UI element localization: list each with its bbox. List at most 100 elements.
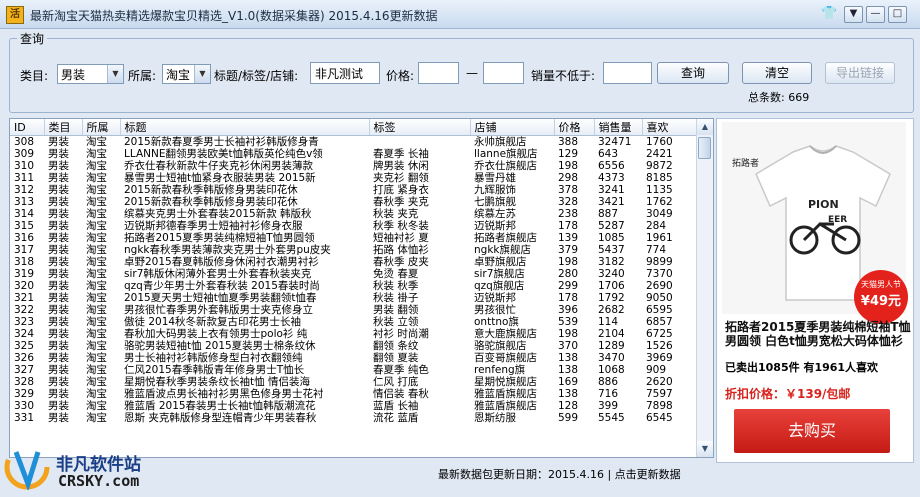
table-cell: 2682	[598, 304, 625, 316]
keyword-input[interactable]: 非凡测试	[310, 62, 380, 84]
table-cell: 3470	[598, 352, 625, 364]
column-header[interactable]: 标签	[369, 119, 471, 136]
column-header[interactable]: 喜欢	[642, 119, 697, 136]
menu-button[interactable]: ▼	[844, 6, 863, 23]
table-cell: 178	[558, 292, 579, 304]
table-row[interactable]: 321 男装 淘宝 2015夏天男士短袖t恤夏季男装翻领t恤春 秋装 褂子 迈锐斯邦 178…	[10, 292, 696, 304]
min-sales-input[interactable]	[603, 62, 652, 84]
table-row[interactable]: 317 男装 淘宝 ngkk春秋季男装薄款夹克男士外套男pu皮夹 拓路 体恤衫 ngkk旗…	[10, 244, 696, 256]
table-row[interactable]: 315 男装 淘宝 迈锐斯邦德春季男士短袖衬衫修身衣服 秋季 秋冬装 迈锐斯邦 178 528…	[10, 220, 696, 232]
table-row[interactable]: 310 男装 淘宝 乔衣仕春秋新款牛仔夹克衫休闲男装薄款 牌男装 休闲 乔衣仕旗舰店 198…	[10, 160, 696, 172]
table-row[interactable]: 319 男装 淘宝 sir7韩版休闲薄外套男士外套春秋装夹克 免烫 春夏 sir7旗舰店 2…	[10, 268, 696, 280]
clear-button[interactable]: 清空	[742, 62, 812, 84]
table-cell: 男装	[48, 184, 69, 196]
table-cell: renfeng旗	[474, 364, 526, 376]
table-cell: 5287	[598, 220, 625, 232]
table-cell: qzq青少年男士外套春秋装 2015春装时尚	[124, 280, 320, 292]
column-header[interactable]: 类目	[44, 119, 83, 136]
table-cell: 2104	[598, 328, 625, 340]
table-row[interactable]: 323 男装 淘宝 傲徒 2014秋冬新款复古印花男士长袖 秋装 立领 onttno旗 53…	[10, 316, 696, 328]
scroll-up-icon[interactable]: ▲	[697, 119, 713, 135]
table-row[interactable]: 324 男装 淘宝 春秋加大码男装上衣有领男士polo衫 纯 衬衫 时尚潮 意大鹿旗舰店 1…	[10, 328, 696, 340]
table-cell: 雅蓝盾旗舰店	[474, 388, 537, 400]
table-cell: 323	[14, 316, 35, 328]
table-cell: 316	[14, 232, 35, 244]
table-row[interactable]: 326 男装 淘宝 男士长袖衬衫韩版修身型白衬衣翻领纯 翻领 夏装 百变哥旗舰店 138 34…	[10, 352, 696, 364]
scroll-thumb[interactable]	[698, 137, 711, 159]
table-cell: 2015新款春夏季男士长袖衬衫韩版修身青	[124, 136, 319, 148]
table-row[interactable]: 322 男装 淘宝 男孩很忙春季男外套韩版男士夹克修身立 男装 翻领 男孩很忙 396 268…	[10, 304, 696, 316]
table-row[interactable]: 308 男装 淘宝 2015新款春夏季男士长袖衬衫韩版修身青 永帅旗舰店 388 32471…	[10, 136, 696, 149]
table-cell: 淘宝	[86, 268, 107, 280]
scroll-down-icon[interactable]: ▼	[697, 441, 713, 457]
table-cell: 5437	[598, 244, 625, 256]
table-cell: 379	[558, 244, 579, 256]
keyword-label: 标题/标签/店铺:	[214, 69, 299, 83]
table-cell: 淘宝	[86, 316, 107, 328]
table-cell: 秋装 秋季	[373, 280, 419, 292]
chevron-down-icon[interactable]: ▼	[194, 65, 210, 83]
table-row[interactable]: 316 男装 淘宝 拓路者2015夏季男装纯棉短袖T恤男圆领 短袖衬衫 夏 拓路者旗舰店 1…	[10, 232, 696, 244]
table-cell: 雅蓝盾旗舰店	[474, 400, 537, 412]
table-row[interactable]: 314 男装 淘宝 缤慕夹克男士外套春装2015新款 韩版秋 秋装 夹克 缤慕左苏 238 8…	[10, 208, 696, 220]
table-cell: 238	[558, 208, 579, 220]
table-row[interactable]: 327 男装 淘宝 仁风2015春季韩版青年修身男士T恤长 春夏季 纯色 renfeng旗…	[10, 364, 696, 376]
skin-icon[interactable]: 👕	[821, 6, 837, 21]
table-cell: 卓野旗舰店	[474, 256, 527, 268]
table-cell: 280	[558, 268, 579, 280]
table-cell: 男孩很忙春季男外套韩版男士夹克修身立	[124, 304, 313, 316]
table-row[interactable]: 309 男装 淘宝 LLANNE翻领男装欧美t恤韩版英伦纯色v领 春夏季 长袖 llann…	[10, 148, 696, 160]
table-row[interactable]: 318 男装 淘宝 卓野2015春夏韩版修身休闲衬衣潮男衬衫 春秋季 皮夹 卓野旗舰店 19…	[10, 256, 696, 268]
table-cell: 骆驼旗舰店	[474, 340, 527, 352]
price-max-input[interactable]	[483, 62, 524, 84]
table-cell: 309	[14, 148, 35, 160]
product-grid[interactable]: ID 类目 所属 标题 标签 店铺 价格 销售量 喜欢 308 男装 淘宝 2015新款春夏季男士长袖…	[9, 118, 714, 458]
column-header[interactable]: 销售量	[594, 119, 643, 136]
table-row[interactable]: 325 男装 淘宝 骆驼男装短袖t恤 2015夏装男士棉条纹休 翻领 条纹 骆驼旗舰店 37…	[10, 340, 696, 352]
grid-scrollbar[interactable]: ▲ ▼	[696, 119, 713, 457]
table-cell: 百变哥旗舰店	[474, 352, 537, 364]
table-cell: 秋装 夹克	[373, 208, 419, 220]
table-cell: 328	[14, 376, 35, 388]
category-select[interactable]: 男装 ▼	[57, 64, 124, 84]
table-row[interactable]: 330 男装 淘宝 雅蓝盾 2015春装男士长袖t恤韩版潮流花 蓝盾 长袖 雅蓝盾旗舰店 1…	[10, 400, 696, 412]
minimize-button[interactable]: —	[866, 6, 885, 23]
table-cell: 淘宝	[86, 292, 107, 304]
table-cell: 198	[558, 328, 579, 340]
table-cell: 雅蓝盾 2015春装男士长袖t恤韩版潮流花	[124, 400, 316, 412]
query-legend: 查询	[17, 30, 48, 47]
table-cell	[369, 136, 470, 149]
table-cell: 312	[14, 184, 35, 196]
column-header[interactable]: 所属	[82, 119, 121, 136]
maximize-button[interactable]: □	[888, 6, 907, 23]
price-min-input[interactable]	[418, 62, 459, 84]
table-cell: 4373	[598, 172, 625, 184]
column-header[interactable]: 价格	[554, 119, 595, 136]
table-cell: 327	[14, 364, 35, 376]
column-header[interactable]: ID	[10, 119, 45, 136]
product-image[interactable]: 拓路者 PION EER 天猫男人节 ¥49元	[722, 122, 908, 324]
table-row[interactable]: 329 男装 淘宝 雅蓝盾波点男长袖衬衫男黑色修身男士花衬 情侣装 春秋 雅蓝盾旗舰店 13…	[10, 388, 696, 400]
table-row[interactable]: 331 男装 淘宝 恩斯 夹克韩版修身型连帽青少年男装春秋 流花 蓝盾 恩斯纺服 599 55…	[10, 412, 696, 424]
table-cell: 男装	[48, 220, 69, 232]
table-row[interactable]: 312 男装 淘宝 2015新款春秋季韩版修身男装印花休 打底 紧身衣 九辉服饰 378 32…	[10, 184, 696, 196]
update-footer-link[interactable]: 最新数据包更新日期：2015.4.16 | 点击更新数据	[438, 466, 681, 482]
chevron-down-icon[interactable]: ▼	[107, 65, 123, 83]
belong-select[interactable]: 淘宝 ▼	[162, 64, 211, 84]
table-cell: 淘宝	[86, 280, 107, 292]
table-cell: 男装	[48, 352, 69, 364]
table-cell: 321	[14, 292, 35, 304]
export-links-button[interactable]: 导出链接	[825, 62, 895, 84]
table-row[interactable]: 311 男装 淘宝 暴雪男士短袖t恤紧身衣服装男装 2015新 夹克衫 翻领 暴雪丹雄 29…	[10, 172, 696, 184]
column-header[interactable]: 标题	[120, 119, 370, 136]
column-header[interactable]: 店铺	[470, 119, 555, 136]
buy-button[interactable]: 去购买	[734, 409, 890, 453]
query-button[interactable]: 查询	[657, 62, 729, 84]
table-cell: 恩斯纺服	[474, 412, 516, 424]
table-row[interactable]: 313 男装 淘宝 2015新款春秋季韩版修身男装印花休 春秋季 夹克 七鹏旗舰 328 34…	[10, 196, 696, 208]
table-row[interactable]: 320 男装 淘宝 qzq青少年男士外套春秋装 2015春装时尚 秋装 秋季 qzq旗舰店…	[10, 280, 696, 292]
table-cell: 九辉服饰	[474, 184, 516, 196]
table-row[interactable]: 328 男装 淘宝 星期悦春秋季男装条纹长袖t恤 情侣装海 仁风 打底 星期悦旗舰店 169…	[10, 376, 696, 388]
table-cell: 淘宝	[86, 304, 107, 316]
table-cell: 淘宝	[86, 256, 107, 268]
